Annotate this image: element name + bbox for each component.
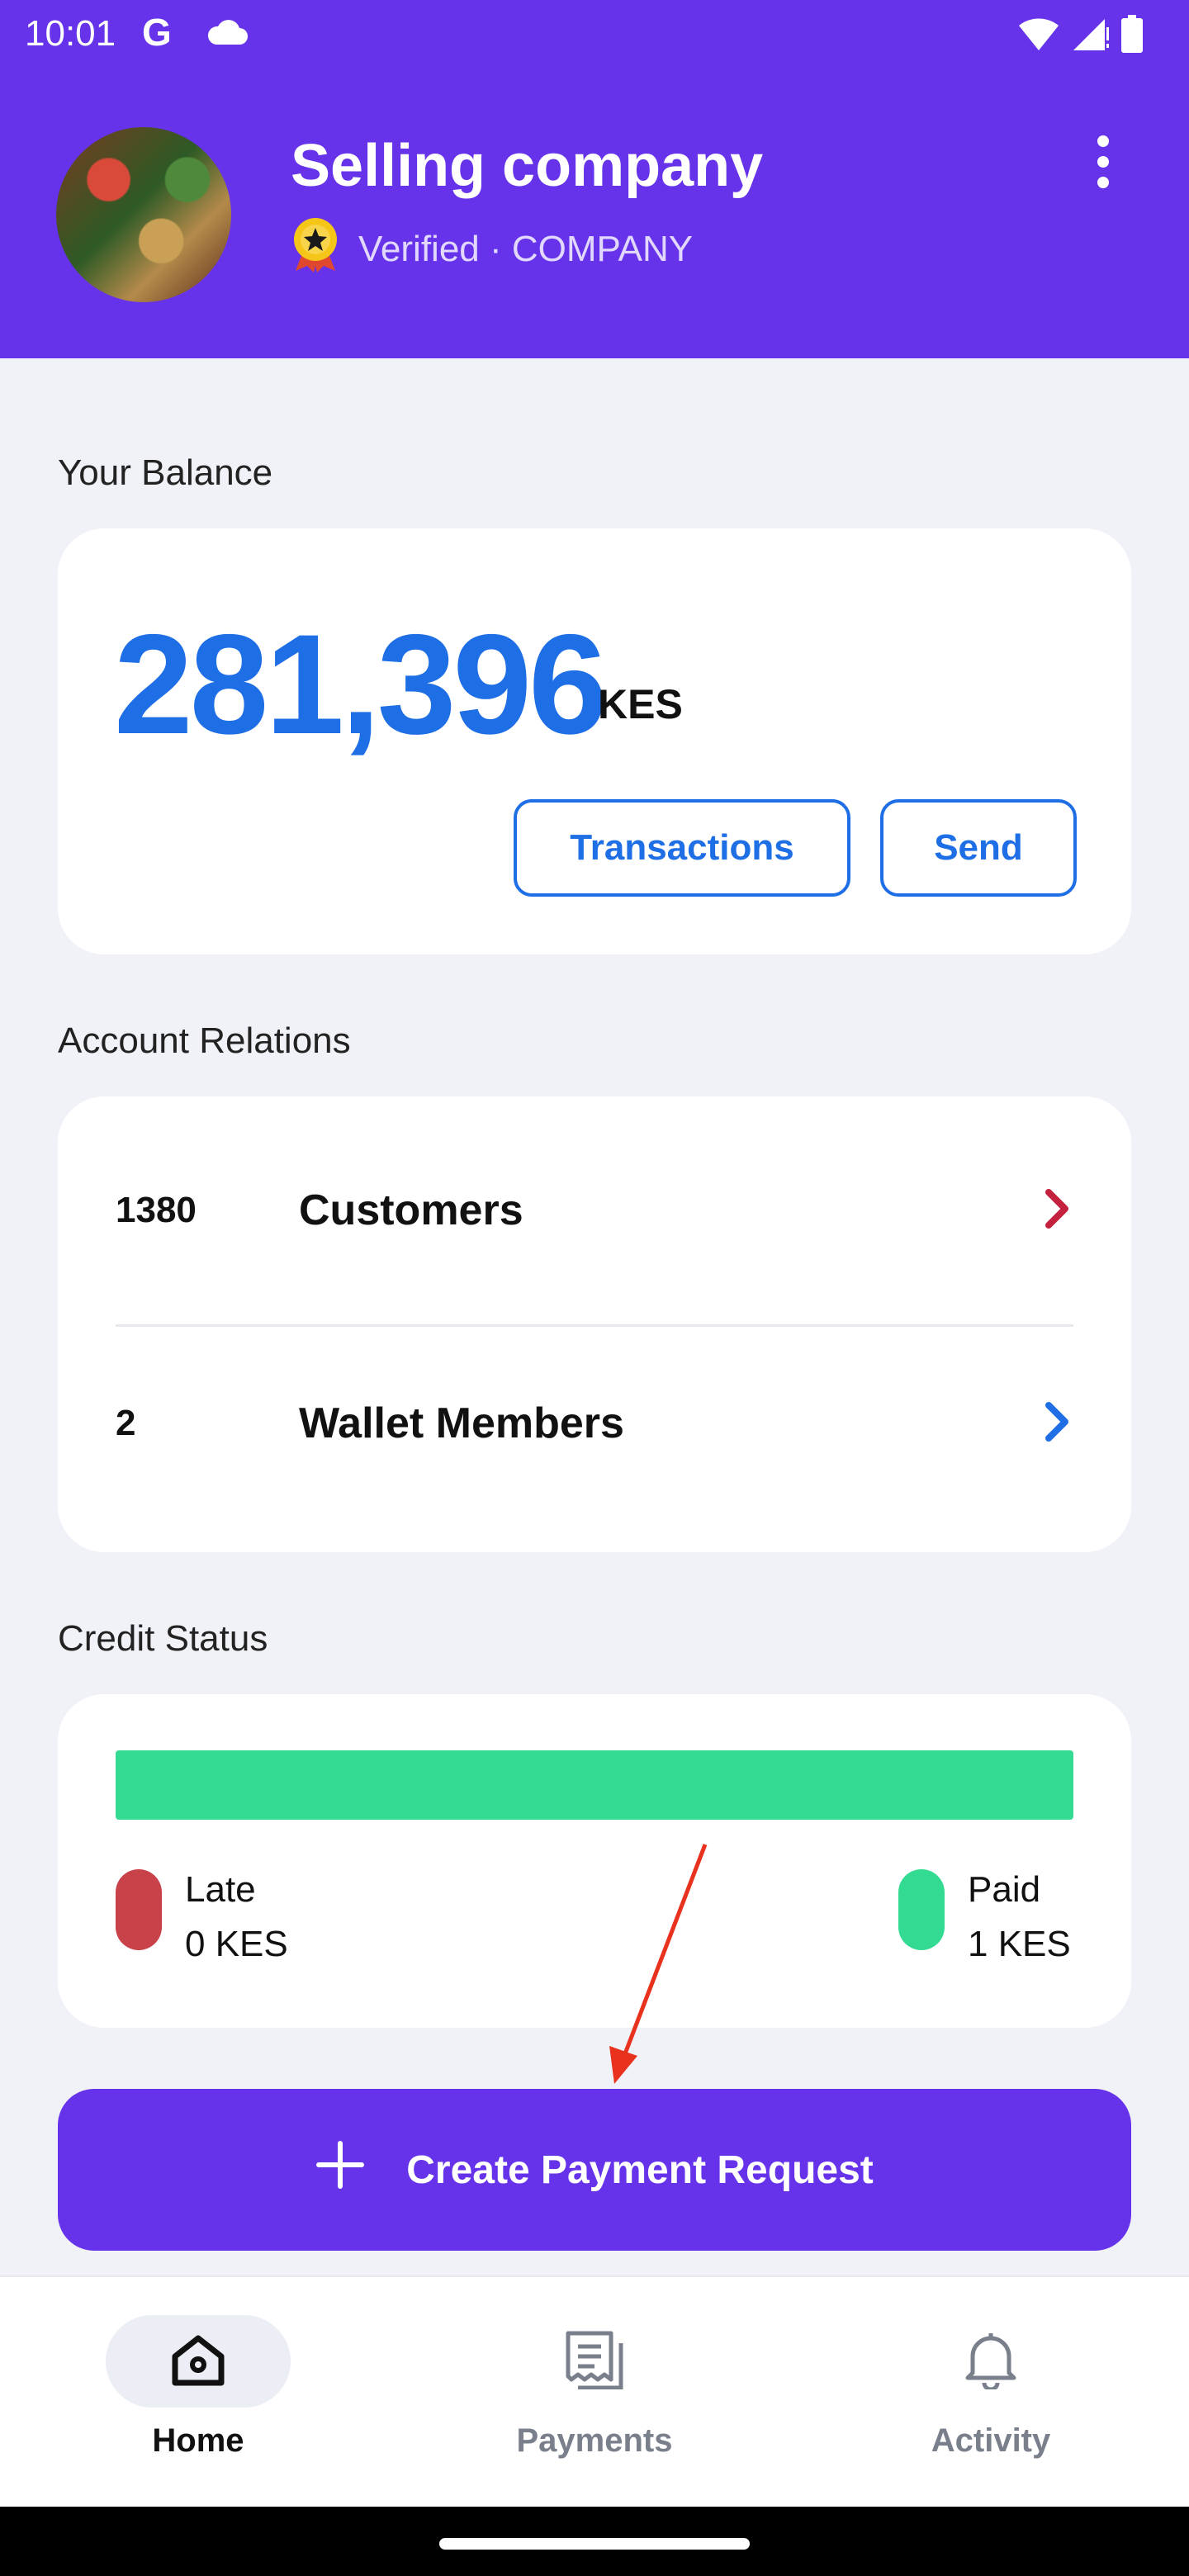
- relations-section-label: Account Relations: [58, 1020, 351, 1061]
- system-navigation-bar: [0, 2507, 1189, 2576]
- late-label: Late: [185, 1869, 256, 1910]
- wifi-icon: [1017, 16, 1060, 56]
- late-legend: Late 0 KES: [116, 1863, 288, 1972]
- company-avatar[interactable]: [56, 127, 231, 302]
- customers-count: 1380: [116, 1190, 197, 1230]
- send-button[interactable]: Send: [880, 799, 1077, 897]
- transactions-button[interactable]: Transactions: [514, 799, 850, 897]
- bell-icon: [963, 2330, 1019, 2394]
- wallet-members-label: Wallet Members: [299, 1399, 624, 1447]
- plus-icon: [315, 2140, 365, 2200]
- paid-label: Paid: [968, 1869, 1041, 1910]
- nav-home-label: Home: [152, 2422, 244, 2459]
- nav-payments[interactable]: Payments: [396, 2277, 793, 2508]
- nav-activity[interactable]: Activity: [793, 2277, 1189, 2508]
- battery-icon: [1121, 15, 1143, 57]
- balance-card: 281,396 KES Transactions Send: [58, 528, 1131, 954]
- google-icon: G: [142, 11, 172, 54]
- credit-card: Late 0 KES Paid 1 KES: [58, 1694, 1131, 2028]
- verified-text: Verified · COMPANY: [358, 228, 694, 269]
- balance-currency: KES: [598, 681, 683, 727]
- late-indicator: [116, 1869, 162, 1950]
- create-payment-request-label: Create Payment Request: [406, 2147, 874, 2192]
- home-indicator[interactable]: [439, 2538, 750, 2550]
- home-icon: [168, 2332, 228, 2392]
- bottom-navigation: Home Payments Activity: [0, 2275, 1189, 2507]
- paid-indicator: [898, 1869, 945, 1950]
- nav-home[interactable]: Home: [0, 2277, 396, 2508]
- app-header: 10:01 G Selling company Verified · COMPA…: [0, 0, 1189, 358]
- paid-amount: 1 KES: [968, 1924, 1071, 1964]
- nav-payments-label: Payments: [516, 2422, 673, 2459]
- nav-activity-label: Activity: [931, 2422, 1051, 2459]
- credit-section-label: Credit Status: [58, 1618, 268, 1659]
- signal-icon: [1072, 16, 1110, 56]
- status-bar: 10:01 G: [0, 0, 1189, 69]
- status-time: 10:01: [25, 13, 116, 54]
- more-vert-icon[interactable]: [1087, 135, 1120, 188]
- receipt-icon: [565, 2330, 624, 2394]
- verified-badge-icon: [291, 216, 340, 282]
- relations-card: 1380 Customers 2 Wallet Members: [58, 1096, 1131, 1552]
- chevron-right-icon: [1040, 1400, 1073, 1447]
- balance-section-label: Your Balance: [58, 452, 273, 493]
- relation-row-customers[interactable]: 1380 Customers: [116, 1153, 1073, 1268]
- create-payment-request-button[interactable]: Create Payment Request: [58, 2089, 1131, 2251]
- chevron-right-icon: [1040, 1187, 1073, 1234]
- relation-row-wallet-members[interactable]: 2 Wallet Members: [116, 1366, 1073, 1481]
- company-name: Selling company: [291, 133, 764, 199]
- wallet-members-count: 2: [116, 1403, 136, 1443]
- relations-divider: [116, 1324, 1073, 1327]
- verification-status: Verified · COMPANY: [291, 216, 693, 282]
- credit-progress-bar: [116, 1750, 1073, 1820]
- paid-legend: Paid 1 KES: [898, 1863, 1071, 1972]
- customers-label: Customers: [299, 1186, 523, 1234]
- cloud-icon: [205, 20, 249, 50]
- late-amount: 0 KES: [185, 1924, 288, 1964]
- balance-amount: 281,396: [114, 605, 608, 764]
